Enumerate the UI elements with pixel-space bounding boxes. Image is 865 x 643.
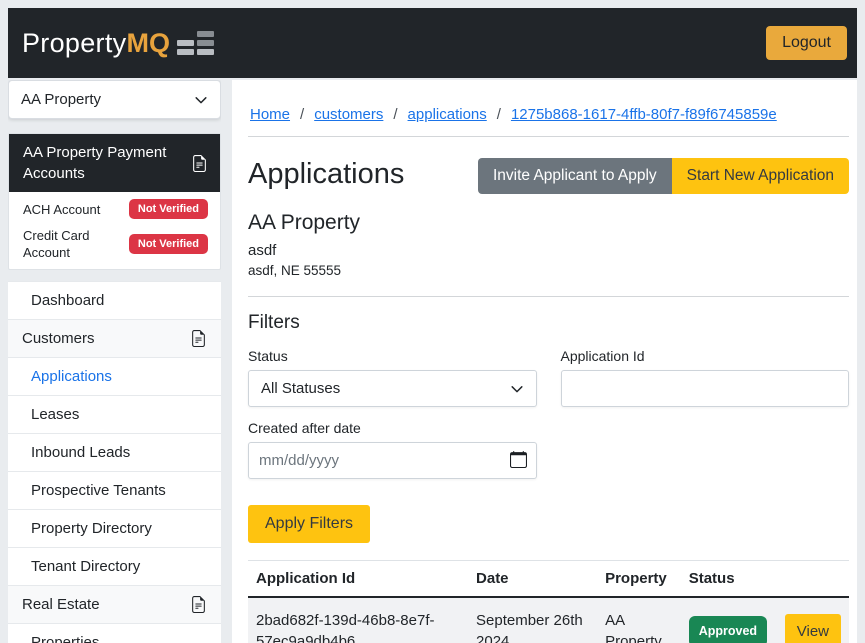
file-text-icon — [190, 596, 207, 613]
cell-status: Approved — [681, 597, 777, 643]
ach-account-row[interactable]: ACH Account Not Verified — [23, 195, 208, 223]
section-divider — [248, 296, 849, 297]
sidebar-menu: Dashboard Customers Applications Leases … — [8, 281, 221, 643]
invite-applicant-button[interactable]: Invite Applicant to Apply — [478, 158, 672, 194]
status-badge: Approved — [689, 616, 767, 643]
cell-application-id: 2bad682f-139d-46b8-8e7f-57ec9a9db4b6 — [248, 597, 468, 643]
status-select[interactable]: All Statuses — [248, 370, 537, 407]
sidebar-item-property-directory[interactable]: Property Directory — [8, 510, 221, 548]
created-after-label: Created after date — [248, 420, 537, 436]
sidebar-section-customers[interactable]: Customers — [8, 320, 221, 358]
col-header-status: Status — [681, 561, 777, 598]
brand-logo[interactable]: PropertyMQ — [22, 28, 214, 59]
credit-card-account-label: Credit Card Account — [23, 227, 115, 261]
cell-date: September 26th 2024 — [468, 597, 597, 643]
app-root: PropertyMQ Logout AA Property AA Propert… — [0, 0, 865, 643]
table-row: 2bad682f-139d-46b8-8e7f-57ec9a9db4b6 Sep… — [248, 597, 849, 643]
breadcrumb-application-id-link[interactable]: 1275b868-1617-4ffb-80f7-f89f6745859e — [511, 106, 777, 123]
sidebar-item-leases[interactable]: Leases — [8, 396, 221, 434]
start-new-application-button[interactable]: Start New Application — [672, 158, 849, 194]
sidebar-item-prospective-tenants[interactable]: Prospective Tenants — [8, 472, 221, 510]
cell-action: View — [777, 597, 849, 643]
col-header-date: Date — [468, 561, 597, 598]
application-id-input[interactable] — [561, 370, 850, 407]
cell-property: AA Property — [597, 597, 681, 643]
col-header-property: Property — [597, 561, 681, 598]
header-button-group: Invite Applicant to Apply Start New Appl… — [478, 158, 849, 194]
sidebar-item-inbound-leads[interactable]: Inbound Leads — [8, 434, 221, 472]
sidebar-item-tenant-directory[interactable]: Tenant Directory — [8, 548, 221, 586]
chevron-down-icon — [510, 382, 524, 396]
property-address-line1: asdf — [248, 242, 849, 259]
sidebar-section-real-estate-label: Real Estate — [22, 595, 100, 614]
brand-text-mq: MQ — [126, 28, 170, 59]
status-select-value: All Statuses — [261, 380, 340, 397]
breadcrumb-applications-link[interactable]: applications — [408, 106, 487, 123]
page-title: Applications — [248, 158, 404, 191]
table-header-row: Application Id Date Property Status — [248, 561, 849, 598]
status-label: Status — [248, 348, 537, 364]
sidebar: AA Property AA Property Payment Accounts… — [8, 80, 221, 643]
breadcrumb-separator: / — [300, 106, 304, 123]
ach-status-badge: Not Verified — [129, 199, 208, 219]
breadcrumb-customers-link[interactable]: customers — [314, 106, 383, 123]
view-button[interactable]: View — [785, 614, 841, 643]
breadcrumb: Home / customers / applications / 1275b8… — [248, 80, 849, 137]
payment-accounts-card: AA Property Payment Accounts ACH Account… — [8, 133, 221, 270]
logo-bars-icon — [177, 31, 214, 55]
main-content: Home / customers / applications / 1275b8… — [232, 80, 857, 643]
property-select-value: AA Property — [21, 91, 101, 108]
breadcrumb-home-link[interactable]: Home — [250, 106, 290, 123]
breadcrumb-separator: / — [393, 106, 397, 123]
file-text-icon — [191, 155, 208, 172]
col-header-application-id: Application Id — [248, 561, 468, 598]
top-navbar: PropertyMQ Logout — [8, 8, 857, 78]
sidebar-section-real-estate[interactable]: Real Estate — [8, 586, 221, 624]
credit-card-status-badge: Not Verified — [129, 234, 208, 254]
logout-button[interactable]: Logout — [766, 26, 847, 60]
applications-table: Application Id Date Property Status 2bad… — [248, 560, 849, 643]
brand-text-property: Property — [22, 28, 126, 59]
payment-accounts-title: AA Property Payment Accounts — [23, 142, 183, 184]
created-after-date-input[interactable] — [248, 442, 537, 479]
application-id-label: Application Id — [561, 348, 850, 364]
breadcrumb-separator: / — [497, 106, 501, 123]
payment-accounts-header[interactable]: AA Property Payment Accounts — [9, 134, 220, 192]
apply-filters-button[interactable]: Apply Filters — [248, 505, 370, 543]
property-address-line2: asdf, NE 55555 — [248, 263, 849, 278]
filters-heading: Filters — [248, 312, 849, 334]
col-header-actions — [777, 561, 849, 598]
sidebar-item-applications[interactable]: Applications — [8, 358, 221, 396]
sidebar-item-dashboard[interactable]: Dashboard — [8, 282, 221, 320]
payment-accounts-body: ACH Account Not Verified Credit Card Acc… — [9, 192, 220, 269]
ach-account-label: ACH Account — [23, 201, 100, 218]
credit-card-account-row[interactable]: Credit Card Account Not Verified — [23, 223, 208, 265]
property-select[interactable]: AA Property — [8, 80, 221, 119]
file-text-icon — [190, 330, 207, 347]
sidebar-item-properties[interactable]: Properties — [8, 624, 221, 643]
property-name: AA Property — [248, 211, 849, 235]
sidebar-section-customers-label: Customers — [22, 329, 95, 348]
chevron-down-icon — [194, 93, 208, 107]
